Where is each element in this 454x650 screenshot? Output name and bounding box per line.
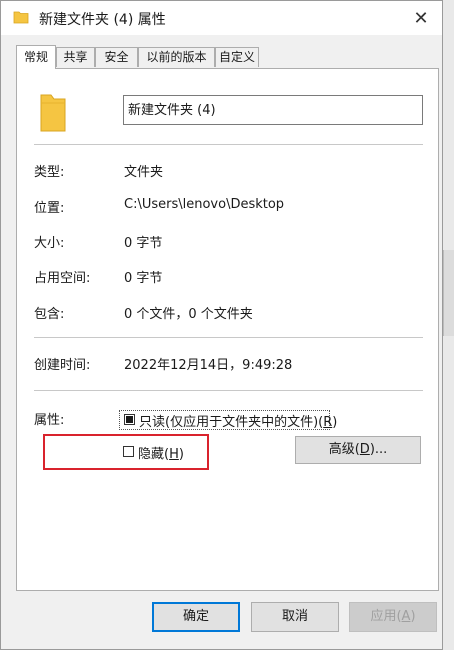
general-tab-panel: 新建文件夹 (4) 类型: 文件夹 位置: C:\Users\lenovo\De… [16,68,439,591]
apply-button[interactable]: 应用(A) [349,602,437,632]
advanced-button[interactable]: 高级(D)... [295,436,421,464]
close-icon: ✕ [413,7,429,29]
disk-size-value: 0 字节 [124,271,163,286]
folder-name-input[interactable]: 新建文件夹 (4) [123,95,423,125]
size-label: 大小: [34,236,65,251]
type-value: 文件夹 [124,165,164,180]
location-label: 位置: [34,201,65,216]
attributes-label: 属性: [34,413,65,428]
tab-customize[interactable]: 自定义 [215,47,259,67]
divider [34,337,423,338]
folder-icon [13,11,29,24]
readonly-checkbox-label[interactable]: 只读(仅应用于文件夹中的文件)(R) [139,411,337,430]
disk-size-label: 占用空间: [34,271,91,286]
window-title: 新建文件夹 (4) 属性 [39,12,166,28]
created-label: 创建时间: [34,358,91,373]
contains-value: 0 个文件，0 个文件夹 [124,307,253,322]
contains-label: 包含: [34,307,65,322]
divider [34,390,423,391]
divider [34,144,423,145]
cancel-button[interactable]: 取消 [251,602,339,632]
tab-previous-versions[interactable]: 以前的版本 [138,47,215,67]
properties-window: 新建文件夹 (4) 属性 ✕ 常规 共享 安全 以前的版本 自定义 新建文件夹 … [0,0,443,650]
folder-large-icon [40,94,66,132]
size-value: 0 字节 [124,236,163,251]
hidden-checkbox-label[interactable]: 隐藏(H) [138,443,184,462]
background-window-edge [443,250,454,336]
type-label: 类型: [34,165,65,180]
location-value: C:\Users\lenovo\Desktop [124,197,285,212]
title-bar: 新建文件夹 (4) 属性 ✕ [1,1,442,35]
hidden-checkbox[interactable] [123,446,134,457]
ok-button[interactable]: 确定 [152,602,240,632]
tab-sharing[interactable]: 共享 [56,47,95,67]
readonly-checkbox[interactable] [124,414,135,425]
tab-security[interactable]: 安全 [95,47,138,67]
close-button[interactable]: ✕ [406,3,436,33]
tab-general[interactable]: 常规 [16,45,56,69]
created-value: 2022年12月14日，9:49:28 [124,358,293,373]
